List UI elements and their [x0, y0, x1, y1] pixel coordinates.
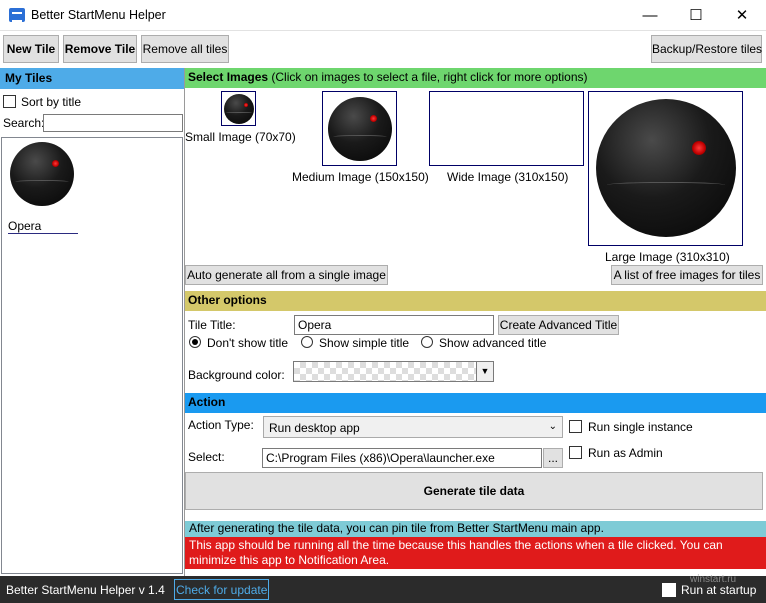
- tile-name: Opera: [8, 219, 78, 234]
- wide-image-label: Wide Image (310x150): [447, 170, 569, 184]
- backup-restore-button[interactable]: Backup/Restore tiles: [651, 35, 762, 63]
- toolbar: New Tile Remove Tile Remove all tiles Ba…: [0, 31, 766, 68]
- maximize-button[interactable]: ☐: [673, 0, 719, 31]
- background-color-picker[interactable]: ▼: [293, 361, 494, 382]
- run-as-admin-checkbox[interactable]: [569, 446, 582, 459]
- tiles-list: Opera: [1, 137, 183, 574]
- warning-bar: This app should be running all the time …: [185, 537, 766, 569]
- dont-show-title-label: Don't show title: [207, 336, 288, 350]
- small-image-label: Small Image (70x70): [185, 130, 296, 144]
- run-single-instance-label: Run single instance: [588, 420, 693, 434]
- window-title: Better StartMenu Helper: [31, 8, 166, 22]
- search-input[interactable]: [43, 114, 183, 132]
- run-at-startup-label: Run at startup: [681, 583, 757, 597]
- action-header: Action: [185, 393, 766, 413]
- tile-title-label: Tile Title:: [188, 318, 236, 332]
- minimize-button[interactable]: —: [627, 0, 673, 31]
- my-tiles-header: My Tiles: [0, 68, 184, 89]
- select-path-input[interactable]: C:\Program Files (x86)\Opera\launcher.ex…: [262, 448, 542, 468]
- select-images-title: Select Images: [188, 70, 269, 84]
- remove-all-tiles-button[interactable]: Remove all tiles: [141, 35, 229, 63]
- other-options-header: Other options: [185, 291, 766, 311]
- close-button[interactable]: ✕: [719, 0, 765, 31]
- small-image-box[interactable]: [221, 91, 256, 126]
- chevron-down-icon: ⌄: [548, 421, 557, 432]
- title-bar: Better StartMenu Helper — ☐ ✕: [0, 0, 766, 31]
- auto-generate-button[interactable]: Auto generate all from a single image: [185, 265, 388, 285]
- action-type-label: Action Type:: [188, 418, 254, 432]
- show-simple-title-label: Show simple title: [319, 336, 410, 350]
- pin-info-bar: After generating the tile data, you can …: [185, 521, 766, 537]
- sort-by-title-label: Sort by title: [21, 95, 82, 109]
- run-as-admin-label: Run as Admin: [588, 446, 663, 460]
- browse-button[interactable]: ...: [543, 448, 563, 468]
- tile-title-input[interactable]: Opera: [294, 315, 494, 335]
- show-advanced-title-radio[interactable]: [421, 336, 433, 348]
- death-star-sphere-icon: [596, 99, 736, 237]
- check-for-update-link[interactable]: Check for update: [174, 579, 270, 600]
- select-images-header: Select Images (Click on images to select…: [185, 68, 766, 88]
- large-image-box[interactable]: [588, 91, 743, 246]
- search-label: Search:: [3, 116, 45, 130]
- create-advanced-title-button[interactable]: Create Advanced Title: [498, 315, 619, 335]
- action-type-value: Run desktop app: [269, 421, 360, 435]
- remove-tile-button[interactable]: Remove Tile: [63, 35, 137, 63]
- medium-image-label: Medium Image (150x150): [292, 170, 429, 184]
- medium-image-box[interactable]: [322, 91, 397, 166]
- sort-by-title-checkbox[interactable]: [3, 95, 16, 108]
- death-star-sphere-icon: [224, 94, 254, 124]
- run-single-instance-checkbox[interactable]: [569, 420, 582, 433]
- free-images-button[interactable]: A list of free images for tiles: [611, 265, 763, 285]
- tile-item-opera[interactable]: Opera: [5, 140, 85, 234]
- dropdown-arrow-icon[interactable]: ▼: [476, 362, 493, 381]
- dont-show-title-radio[interactable]: [189, 336, 201, 348]
- generate-tile-data-button[interactable]: Generate tile data: [185, 472, 763, 510]
- death-star-sphere-icon: [10, 142, 74, 206]
- show-advanced-title-label: Show advanced title: [439, 336, 547, 350]
- select-images-note: (Click on images to select a file, right…: [268, 70, 588, 84]
- large-image-label: Large Image (310x310): [605, 250, 730, 264]
- death-star-sphere-icon: [328, 97, 392, 161]
- show-simple-title-radio[interactable]: [301, 336, 313, 348]
- select-label: Select:: [188, 450, 225, 464]
- new-tile-button[interactable]: New Tile: [3, 35, 59, 63]
- version-label: Better StartMenu Helper v 1.4: [6, 583, 165, 597]
- my-tiles-panel: My Tiles Sort by title Search: Opera: [0, 68, 185, 576]
- run-at-startup-checkbox[interactable]: [662, 583, 676, 597]
- app-icon: [9, 8, 25, 22]
- background-color-label: Background color:: [188, 368, 285, 382]
- status-bar: Better StartMenu Helper v 1.4 Check for …: [0, 574, 766, 603]
- action-type-select[interactable]: Run desktop app ⌄: [263, 416, 563, 438]
- wide-image-box[interactable]: [429, 91, 584, 166]
